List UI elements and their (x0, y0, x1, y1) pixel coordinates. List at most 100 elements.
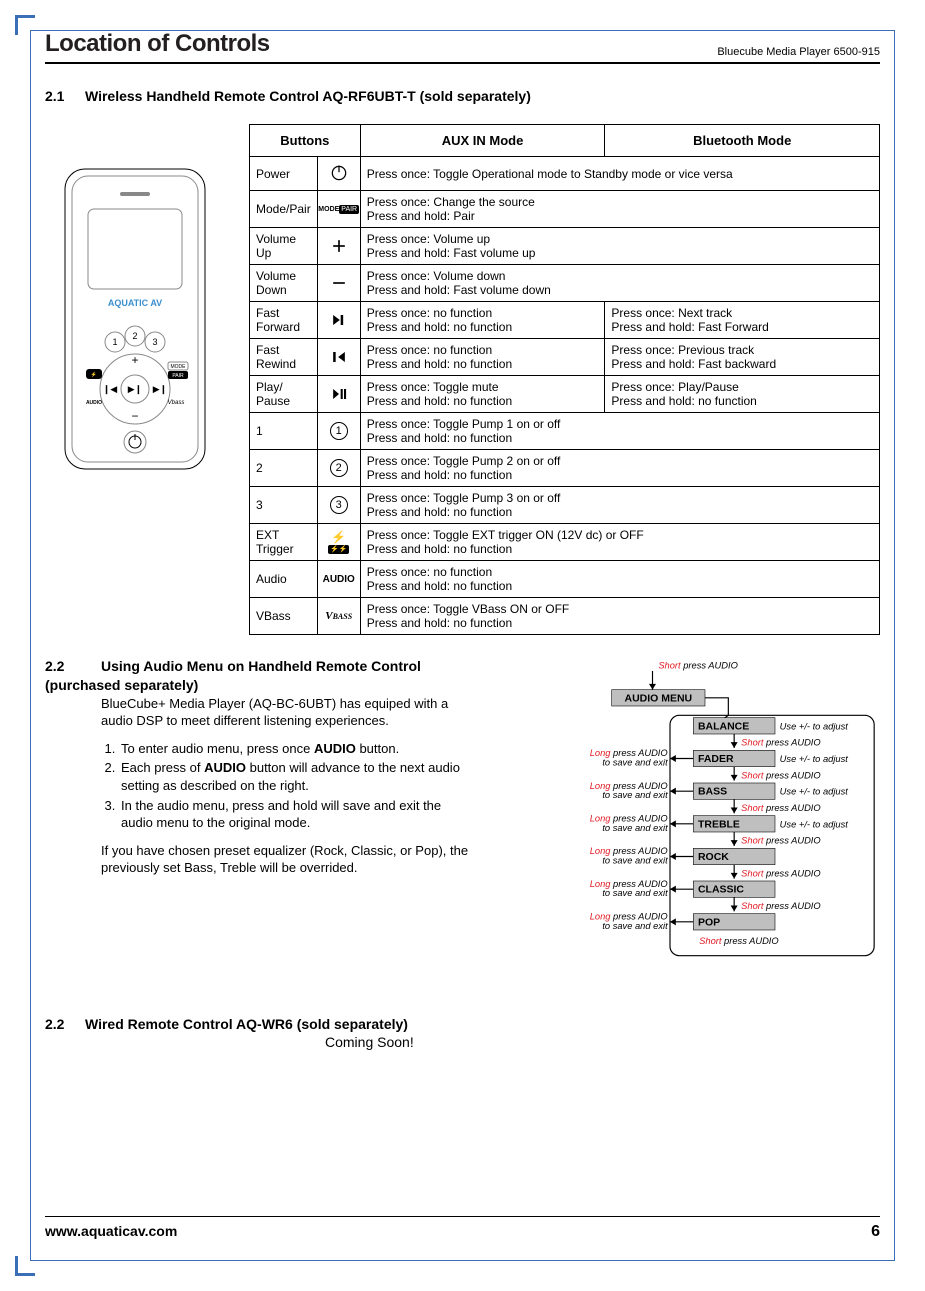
button-name: Mode/Pair (250, 191, 318, 228)
svg-text:to save and exit: to save and exit (602, 921, 668, 931)
button-name: Volume Up (250, 228, 318, 265)
page-title: Location of Controls (45, 30, 270, 58)
svg-text:Short press AUDIO: Short press AUDIO (741, 803, 821, 813)
button-bt-desc: Press once: Previous track Press and hol… (605, 339, 880, 376)
svg-text:to save and exit: to save and exit (602, 823, 668, 833)
svg-text:Use +/- to adjust: Use +/- to adjust (780, 819, 849, 829)
svg-text:Short press AUDIO: Short press AUDIO (658, 661, 738, 671)
page-header: Location of Controls Bluecube Media Play… (45, 30, 880, 64)
table-row: Fast Rewind Press once: no function Press… (250, 339, 880, 376)
svg-text:POP: POP (698, 917, 720, 928)
svg-text:BASS: BASS (698, 787, 727, 798)
button-name: 3 (250, 487, 318, 524)
footer-url: www.aquaticav.com (45, 1223, 177, 1241)
svg-text:1: 1 (112, 337, 117, 347)
button-desc: Press once: no function Press and hold: … (360, 561, 879, 598)
table-row: 11Press once: Toggle Pump 1 on or off Pr… (250, 413, 880, 450)
svg-text:ROCK: ROCK (698, 852, 729, 863)
button-desc: Press once: Volume down Press and hold: … (360, 265, 879, 302)
page-footer: www.aquaticav.com 6 (45, 1216, 880, 1241)
button-name: EXT Trigger (250, 524, 318, 561)
button-aux-desc: Press once: no function Press and hold: … (360, 302, 605, 339)
svg-text:Vbass: Vbass (168, 400, 185, 406)
svg-text:FADER: FADER (698, 754, 734, 765)
button-icon: 2 (317, 450, 360, 487)
svg-text:to save and exit: to save and exit (602, 790, 668, 800)
table-row: 33Press once: Toggle Pump 3 on or off Pr… (250, 487, 880, 524)
button-icon (317, 265, 360, 302)
svg-text:2: 2 (132, 331, 137, 341)
svg-text:PAIR: PAIR (172, 373, 184, 379)
table-row: Volume Up Press once: Volume up Press and… (250, 228, 880, 265)
list-item: Each press of AUDIO button will advance … (119, 759, 475, 794)
svg-text:to save and exit: to save and exit (602, 757, 668, 767)
section-2-3: 2.2Wired Remote Control AQ-WR6 (sold sep… (45, 1016, 880, 1052)
button-name: Audio (250, 561, 318, 598)
button-desc: Press once: Toggle Operational mode to S… (360, 157, 879, 191)
svg-text:Use +/- to adjust: Use +/- to adjust (780, 754, 849, 764)
svg-text:Short press AUDIO: Short press AUDIO (741, 868, 821, 878)
button-desc: Press once: Toggle EXT trigger ON (12V d… (360, 524, 879, 561)
button-name: Power (250, 157, 318, 191)
button-aux-desc: Press once: no function Press and hold: … (360, 339, 605, 376)
button-icon: 1 (317, 413, 360, 450)
col-buttons: Buttons (250, 125, 361, 157)
audio-menu-flowchart: Short press AUDIO AUDIO MENU BALANCE Use +/… (495, 657, 880, 986)
table-row: AudioAUDIOPress once: no function Press … (250, 561, 880, 598)
svg-text:3: 3 (152, 337, 157, 347)
button-icon: MODEPAIR (317, 191, 360, 228)
svg-text:Short press AUDIO: Short press AUDIO (699, 936, 779, 946)
svg-text:▶︎❙: ▶︎❙ (128, 384, 142, 395)
svg-text:−: − (131, 409, 138, 423)
section-2-1-heading: 2.1Wireless Handheld Remote Control AQ-R… (45, 88, 880, 104)
button-icon (317, 339, 360, 376)
svg-text:to save and exit: to save and exit (602, 855, 668, 865)
button-icon (317, 376, 360, 413)
footer-page-number: 6 (871, 1223, 880, 1241)
button-icon: VBASS (317, 598, 360, 635)
svg-text:MODE: MODE (171, 364, 187, 370)
section-2-2-intro: BlueCube+ Media Player (AQ-BC-6UBT) has … (101, 695, 475, 730)
button-name: Volume Down (250, 265, 318, 302)
product-name: Bluecube Media Player 6500-915 (717, 46, 880, 58)
audio-menu-steps: To enter audio menu, press once AUDIO bu… (101, 740, 475, 832)
table-row: Power Press once: Toggle Operational mode… (250, 157, 880, 191)
svg-text:TREBLE: TREBLE (698, 819, 740, 830)
svg-text:Short press AUDIO: Short press AUDIO (741, 836, 821, 846)
list-item: In the audio menu, press and hold will s… (119, 797, 475, 832)
button-name: VBass (250, 598, 318, 635)
section-2-2-note: If you have chosen preset equalizer (Roc… (101, 842, 475, 877)
table-row: Play/ Pause Press once: Toggle mute Press… (250, 376, 880, 413)
svg-text:❙◀: ❙◀ (103, 384, 118, 395)
table-row: 22Press once: Toggle Pump 2 on or off Pr… (250, 450, 880, 487)
button-aux-desc: Press once: Toggle mute Press and hold: … (360, 376, 605, 413)
svg-text:Short press AUDIO: Short press AUDIO (741, 901, 821, 911)
button-name: 2 (250, 450, 318, 487)
button-desc: Press once: Toggle Pump 2 on or off Pres… (360, 450, 879, 487)
button-icon: ⚡⚡⚡ (317, 524, 360, 561)
svg-text:Short press AUDIO: Short press AUDIO (741, 770, 821, 780)
list-item: To enter audio menu, press once AUDIO bu… (119, 740, 475, 758)
section-2-2-heading: 2.2Using Audio Menu on Handheld Remote C… (45, 657, 475, 695)
table-row: Mode/PairMODEPAIRPress once: Change the … (250, 191, 880, 228)
svg-text:Short press AUDIO: Short press AUDIO (741, 738, 821, 748)
svg-text:BALANCE: BALANCE (698, 721, 749, 732)
button-icon (317, 228, 360, 265)
button-name: Fast Rewind (250, 339, 318, 376)
button-name: 1 (250, 413, 318, 450)
button-name: Play/ Pause (250, 376, 318, 413)
button-desc: Press once: Volume up Press and hold: Fa… (360, 228, 879, 265)
button-name: Fast Forward (250, 302, 318, 339)
svg-text:AUDIO MENU: AUDIO MENU (625, 693, 693, 704)
svg-text:to save and exit: to save and exit (602, 888, 668, 898)
button-icon: AUDIO (317, 561, 360, 598)
button-desc: Press once: Toggle VBass ON or OFF Press… (360, 598, 879, 635)
remote-illustration: AQUATIC AV 1 2 3 ▶︎❙ + − ❙◀ ▶❙ ⚡ MODE PA… (45, 124, 225, 635)
button-bt-desc: Press once: Play/Pause Press and hold: n… (605, 376, 880, 413)
table-row: Fast Forward Press once: no function Pres… (250, 302, 880, 339)
table-row: EXT Trigger⚡⚡⚡Press once: Toggle EXT tri… (250, 524, 880, 561)
col-bt: Bluetooth Mode (605, 125, 880, 157)
col-aux: AUX IN Mode (360, 125, 605, 157)
svg-text:⚡: ⚡ (91, 371, 97, 378)
button-icon (317, 157, 360, 191)
